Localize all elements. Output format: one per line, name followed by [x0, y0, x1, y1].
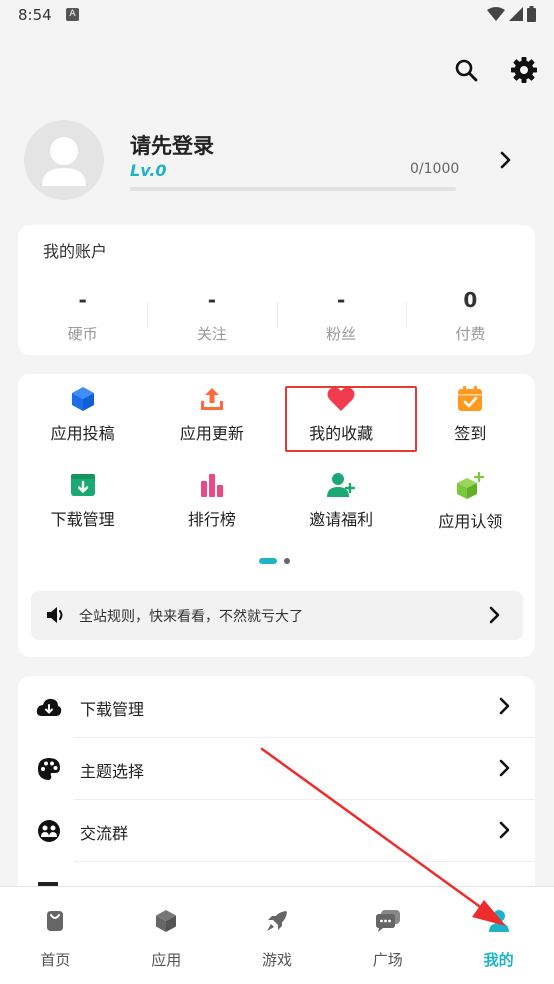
favorites-highlight-box [285, 386, 417, 452]
level-label: Lv.0 [130, 161, 167, 180]
shortcut-claim-app[interactable]: 应用认领 [406, 472, 535, 531]
cube-icon [152, 907, 180, 935]
stat-label: 硬币 [67, 325, 98, 343]
person-icon [485, 907, 513, 935]
stat-value: - [336, 288, 346, 312]
shortcut-label: 邀请福利 [309, 510, 374, 529]
page-dot-active [259, 558, 277, 564]
shortcut-checkin[interactable]: 签到 [406, 386, 535, 444]
palette-icon [36, 757, 62, 781]
account-title: 我的账户 [43, 242, 108, 261]
cube-plus-icon [455, 472, 485, 500]
stat-label: 关注 [196, 325, 227, 343]
shortcut-rankings[interactable]: 排行榜 [147, 472, 276, 530]
nav-home[interactable]: 首页 [0, 887, 111, 984]
cloud-download-icon [36, 695, 62, 719]
rocket-icon [263, 907, 291, 935]
cube-icon [68, 386, 98, 412]
wifi-icon [487, 7, 505, 21]
shortcut-submit-app[interactable]: 应用投稿 [18, 386, 147, 444]
bar-chart-icon [197, 472, 227, 498]
notification-a-icon: A [66, 8, 79, 21]
menu-item-downloads[interactable]: 下载管理 [18, 676, 535, 738]
shortcut-label: 签到 [454, 424, 487, 443]
menu-label: 下载管理 [80, 700, 145, 719]
nav-label: 游戏 [261, 951, 292, 969]
shortcut-label: 下载管理 [50, 510, 115, 529]
shortcut-label: 排行榜 [187, 510, 236, 529]
stat-coins[interactable]: - 硬币 [18, 285, 147, 345]
stat-label: 粉丝 [326, 325, 357, 343]
stat-value: - [207, 288, 217, 312]
menu-label: 交流群 [80, 824, 129, 843]
stat-paid[interactable]: 0 付费 [405, 285, 535, 345]
shortcut-invite[interactable]: 邀请福利 [277, 472, 406, 530]
stat-label: 付费 [455, 325, 486, 343]
upload-icon [197, 386, 227, 412]
menu-card: 下载管理 主题选择 交流群 [18, 676, 535, 906]
stat-following[interactable]: - 关注 [147, 285, 276, 345]
group-icon [36, 819, 62, 843]
shortcut-label: 应用认领 [438, 512, 503, 531]
nav-mine[interactable]: 我的 [443, 887, 554, 984]
nav-plaza[interactable]: 广场 [332, 887, 443, 984]
page-dot [284, 558, 290, 564]
profile-header[interactable]: 请先登录 Lv.0 0/1000 [24, 120, 534, 202]
stat-value: 0 [463, 288, 478, 312]
bag-icon [41, 907, 69, 935]
stat-fans[interactable]: - 粉丝 [276, 285, 406, 345]
chevron-right-icon [497, 696, 513, 720]
account-stats: - 硬币 - 关注 - 粉丝 0 付费 [18, 285, 535, 345]
nav-label: 我的 [483, 951, 514, 969]
nav-label: 应用 [151, 951, 182, 969]
chevron-right-icon [497, 820, 513, 844]
menu-label: 主题选择 [80, 762, 145, 781]
shortcut-label: 应用更新 [179, 424, 244, 443]
shortcut-app-update[interactable]: 应用更新 [147, 386, 276, 444]
download-box-icon [68, 472, 98, 498]
status-icons [487, 6, 536, 22]
shortcut-label: 应用投稿 [50, 424, 115, 443]
top-actions [450, 54, 540, 86]
account-card: 我的账户 - 硬币 - 关注 - 粉丝 0 付费 [18, 225, 535, 355]
signal-icon [509, 7, 523, 21]
speaker-icon [46, 605, 66, 629]
calendar-check-icon [455, 386, 485, 412]
chevron-right-icon [497, 758, 513, 782]
bottom-nav: 首页 应用 游戏 广场 我的 [0, 886, 554, 984]
battery-icon [527, 6, 536, 22]
add-user-icon [326, 472, 356, 498]
nav-label: 首页 [40, 951, 71, 969]
stat-value: - [78, 288, 87, 312]
chat-icon [374, 907, 402, 935]
shortcuts-grid: 应用投稿 应用更新 我的收藏 签到 下载管理 排行榜 邀请福利 应用认领 [18, 386, 535, 531]
login-prompt[interactable]: 请先登录 [130, 130, 214, 160]
avatar[interactable] [24, 120, 104, 200]
menu-item-chat-group[interactable]: 交流群 [18, 800, 535, 862]
chevron-right-icon[interactable] [496, 148, 516, 172]
shortcuts-card: 应用投稿 应用更新 我的收藏 签到 下载管理 排行榜 邀请福利 应用认领 全站规… [18, 374, 535, 657]
nav-label: 广场 [372, 951, 403, 969]
notice-bar[interactable]: 全站规则，快来看看，不然就亏大了 [31, 591, 523, 640]
gear-icon[interactable] [508, 54, 540, 86]
shortcut-downloads[interactable]: 下载管理 [18, 472, 147, 530]
search-icon[interactable] [450, 54, 482, 86]
nav-games[interactable]: 游戏 [222, 887, 333, 984]
status-bar: 8:54 A [0, 0, 554, 32]
menu-item-theme[interactable]: 主题选择 [18, 738, 535, 800]
exp-progress-text: 0/1000 [410, 161, 460, 177]
chevron-right-icon [487, 605, 503, 629]
notice-text: 全站规则，快来看看，不然就亏大了 [79, 609, 303, 625]
exp-progress-bar [130, 187, 456, 191]
page-indicator [259, 558, 290, 564]
status-time: 8:54 [18, 6, 52, 24]
nav-apps[interactable]: 应用 [111, 887, 222, 984]
